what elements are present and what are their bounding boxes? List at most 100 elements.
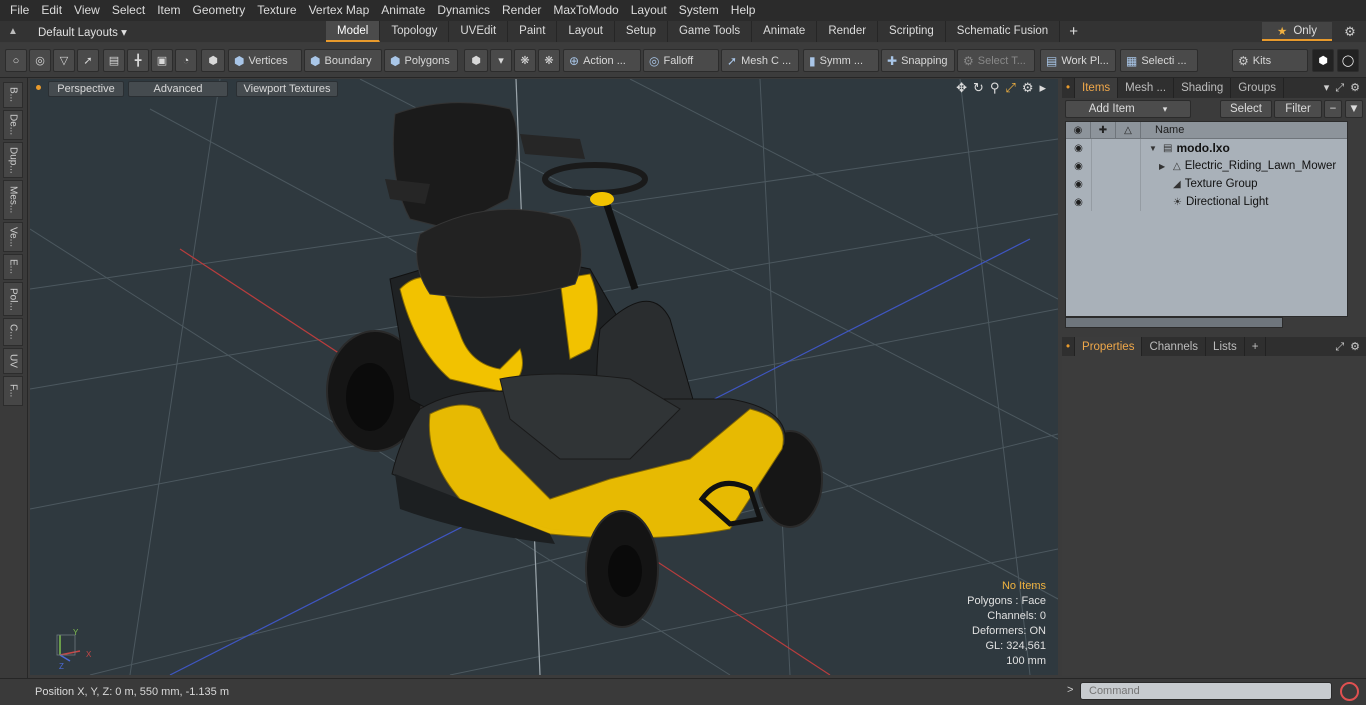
panel-gear-icon[interactable]: ⚙ [1350,337,1360,357]
tree-row-texture-group[interactable]: ◉ ◢ Texture Group [1066,175,1347,193]
tab-render[interactable]: Render [817,21,879,42]
collapse-icon[interactable]: − [1324,100,1342,118]
tab-topology[interactable]: Topology [380,21,450,42]
popout-icon[interactable]: ⤢ [1335,337,1344,357]
snap-sphere-icon[interactable]: ❋ [538,49,560,72]
only-toggle[interactable]: ★ Only [1262,22,1332,41]
lock-column-icon[interactable]: ✚ [1091,122,1116,139]
left-tab-edge[interactable]: E... [3,254,23,280]
command-history-icon[interactable]: > [1067,684,1073,696]
left-tab-mesh-edit[interactable]: Mes... [3,180,23,220]
action-center-button[interactable]: ⊕ Action ... [563,49,641,72]
left-tab-vertex[interactable]: Ve... [3,222,23,252]
tab-schematic-fusion[interactable]: Schematic Fusion [946,21,1061,42]
left-tab-uv[interactable]: UV [3,348,23,374]
shading-dropdown[interactable]: Advanced [128,81,228,97]
perspective-dropdown[interactable]: Perspective [48,81,124,97]
align-icon[interactable]: ▤ [103,49,125,72]
left-tab-polygon[interactable]: Pol... [3,282,23,316]
vertices-button[interactable]: ⬢ Vertices [228,49,302,72]
tab-layout[interactable]: Layout [557,21,615,42]
tab-groups[interactable]: Groups [1231,78,1284,98]
panel-gear-icon[interactable]: ⚙ [1350,78,1360,98]
select-button[interactable]: Select [1220,100,1272,118]
tree-row-mesh[interactable]: ◉ ▶ △ Electric_Riding_Lawn_Mower [1066,157,1347,175]
symmetry-button[interactable]: ▮ Symm ... [803,49,879,72]
tab-uvedit[interactable]: UVEdit [449,21,509,42]
panel-dot-icon[interactable]: • [1062,337,1076,356]
left-tab-duplicate[interactable]: Dup... [3,142,23,178]
tab-game-tools[interactable]: Game Tools [668,21,753,42]
rotate-icon[interactable]: ◔ [175,49,197,72]
rotate-view-icon[interactable]: ↻ [973,80,984,96]
unity-icon[interactable]: ⬢ [1312,49,1334,72]
record-icon[interactable] [1340,682,1359,701]
layout-selector[interactable]: Default Layouts ▾ [26,25,326,39]
snapping-button[interactable]: ✚ Snapping [881,49,955,72]
chevron-down-icon[interactable]: ▾ [1324,78,1330,98]
tab-mesh-ops[interactable]: Mesh ... [1118,78,1175,98]
menu-geometry[interactable]: Geometry [187,0,252,21]
chevron-down-icon[interactable]: ▾ [490,49,512,72]
tab-properties[interactable]: Properties [1075,337,1143,356]
left-tab-curve[interactable]: C... [3,318,23,346]
menu-help[interactable]: Help [725,0,762,21]
menu-system[interactable]: System [673,0,725,21]
tree-horizontal-scrollbar[interactable] [1065,317,1283,328]
tab-items[interactable]: Items [1075,78,1119,98]
tab-shading[interactable]: Shading [1174,78,1232,98]
funnel-icon[interactable]: ▼ [1345,100,1363,118]
tab-setup[interactable]: Setup [615,21,668,42]
transform-icon[interactable]: ╋ [127,49,149,72]
bevel-icon[interactable]: ▣ [151,49,173,72]
gear-icon[interactable]: ⚙ [1340,21,1360,42]
panel-dot-icon[interactable]: • [1062,78,1076,98]
kits-button[interactable]: ⚙ Kits [1232,49,1308,72]
zoom-view-icon[interactable]: ⚲ [990,80,1000,96]
mesh-constraint-button[interactable]: ➚ Mesh C ... [721,49,799,72]
item-mode-icon[interactable]: ⬢ [201,49,225,72]
eye-icon[interactable]: ◉ [1066,161,1091,172]
tab-scripting[interactable]: Scripting [878,21,946,42]
selection-sets-button[interactable]: ▦ Selecti ... [1120,49,1198,72]
menu-texture[interactable]: Texture [251,0,302,21]
falloff-button[interactable]: ◎ Falloff [643,49,719,72]
viewport-textures-dropdown[interactable]: Viewport Textures [236,81,338,97]
menu-item[interactable]: Item [151,0,186,21]
eye-icon[interactable]: ◉ [1066,143,1091,154]
menu-maxtomodo[interactable]: MaxToModo [547,0,624,21]
visibility-column-icon[interactable]: ◉ [1066,122,1091,139]
tree-row-scene[interactable]: ◉ ▼ ▤ modo.lxo [1066,139,1347,157]
maximize-icon[interactable]: ⤢ [1005,80,1015,96]
tree-row-light[interactable]: ◉ ☀ Directional Light [1066,193,1347,211]
eye-icon[interactable]: ◉ [1066,179,1091,190]
tab-model[interactable]: Model [326,21,381,42]
menu-edit[interactable]: Edit [35,0,68,21]
circle-select-icon[interactable]: ○ [5,49,27,72]
move-view-icon[interactable]: ✥ [956,80,967,96]
polygons-button[interactable]: ⬢ Polygons [384,49,458,72]
brush-icon[interactable]: ➚ [77,49,99,72]
menu-animate[interactable]: Animate [375,0,431,21]
viewport-gear-icon[interactable]: ⚙ [1022,80,1034,96]
layout-toggle-icon[interactable]: ▲ [0,26,26,37]
expand-icon[interactable]: ▼ [1149,144,1159,153]
expand-icon[interactable]: ▶ [1159,162,1169,171]
tree-vertical-scrollbar[interactable] [1349,121,1361,328]
tab-lists[interactable]: Lists [1206,337,1245,356]
menu-file[interactable]: File [4,0,35,21]
boundary-button[interactable]: ⬢ Boundary [304,49,382,72]
filter-button[interactable]: Filter [1274,100,1322,118]
command-input[interactable] [1080,682,1332,700]
material-icon[interactable]: ⬢ [464,49,488,72]
symmetry-sphere-icon[interactable]: ❋ [514,49,536,72]
render-column-icon[interactable]: △ [1116,122,1141,139]
menu-render[interactable]: Render [496,0,547,21]
menu-view[interactable]: View [68,0,106,21]
select-through-button[interactable]: ⚙ Select T... [957,49,1035,72]
popout-icon[interactable]: ⤢ [1335,78,1344,98]
tab-animate[interactable]: Animate [752,21,818,42]
left-tab-fusion[interactable]: F... [3,376,23,406]
add-tab-button[interactable]: + [1060,21,1087,42]
left-tab-deform[interactable]: De... [3,110,23,140]
